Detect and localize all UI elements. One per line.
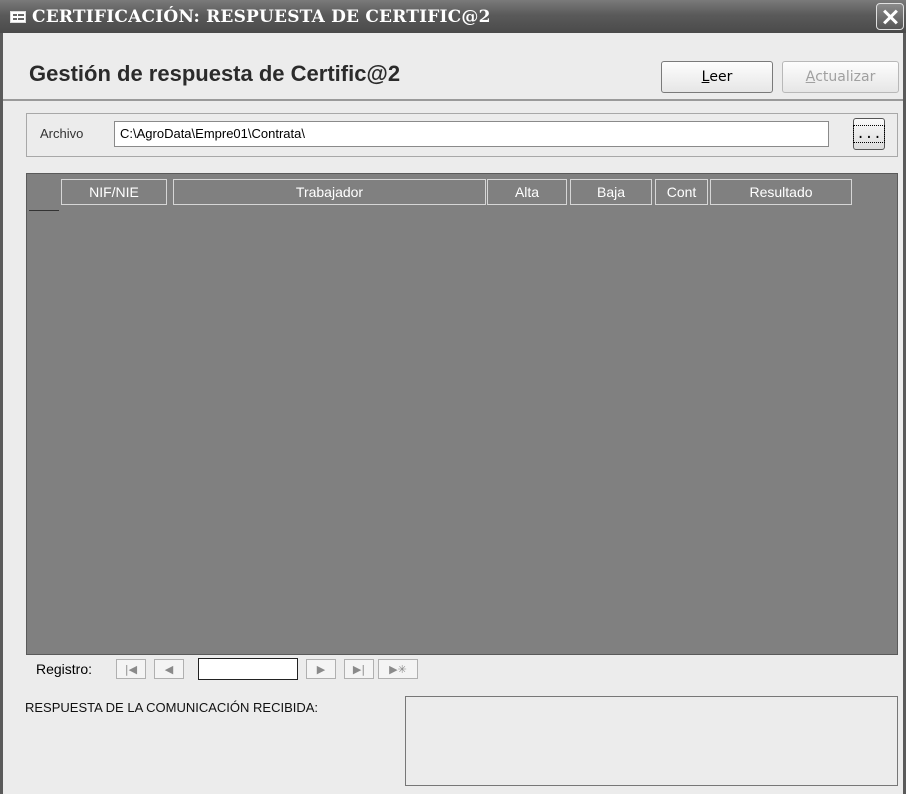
results-grid[interactable]: NIF/NIE Trabajador Alta Baja Cont Result… xyxy=(26,173,898,655)
file-path-input[interactable]: C:\AgroData\Empre01\Contrata\ xyxy=(114,121,829,147)
response-label: RESPUESTA DE LA COMUNICACIÓN RECIBIDA: xyxy=(25,700,319,715)
file-label: Archivo xyxy=(40,126,84,141)
file-section: Archivo C:\AgroData\Empre01\Contrata\ ..… xyxy=(0,103,906,163)
read-button-accel: L xyxy=(701,69,710,85)
first-record-button[interactable]: |◀ xyxy=(116,659,146,679)
form-header: Gestión de respuesta de Certific@2 Leer … xyxy=(0,33,906,103)
browse-button-label: ... xyxy=(853,125,885,143)
last-record-button[interactable]: ▶| xyxy=(344,659,374,679)
read-button[interactable]: Leer xyxy=(661,61,773,93)
page-title: Gestión de respuesta de Certific@2 xyxy=(29,61,401,86)
new-record-button[interactable]: ▶✳ xyxy=(378,659,418,679)
column-header-nif[interactable]: NIF/NIE xyxy=(61,179,167,205)
record-number-input[interactable] xyxy=(198,658,298,680)
column-header-baja[interactable]: Baja xyxy=(570,179,652,205)
column-header-resultado[interactable]: Resultado xyxy=(710,179,852,205)
record-label: Registro: xyxy=(36,661,93,677)
form-icon xyxy=(10,11,26,23)
close-button[interactable] xyxy=(876,3,904,30)
file-frame: Archivo C:\AgroData\Empre01\Contrata\ ..… xyxy=(26,113,898,157)
header-divider xyxy=(3,99,903,101)
response-section: RESPUESTA DE LA COMUNICACIÓN RECIBIDA: xyxy=(0,687,906,794)
update-button[interactable]: Actualizar xyxy=(782,61,899,93)
record-selector[interactable] xyxy=(29,210,59,211)
previous-record-button[interactable]: ◀ xyxy=(154,659,184,679)
column-header-trabajador[interactable]: Trabajador xyxy=(173,179,486,205)
title-bar: CERTIFICACIÓN: RESPUESTA DE CERTIFIC@2 xyxy=(0,0,906,33)
response-textbox[interactable] xyxy=(405,696,898,786)
next-record-button[interactable]: ▶ xyxy=(306,659,336,679)
record-navigation: Registro: |◀ ◀ ▶ ▶| ▶✳ xyxy=(26,656,898,682)
update-button-label: ctualizar xyxy=(815,69,876,85)
results-section: NIF/NIE Trabajador Alta Baja Cont Result… xyxy=(0,163,906,687)
column-header-alta[interactable]: Alta xyxy=(487,179,567,205)
read-button-label: eer xyxy=(709,69,733,85)
column-header-cont[interactable]: Cont xyxy=(655,179,708,205)
browse-button[interactable]: ... xyxy=(853,118,885,150)
window-title: CERTIFICACIÓN: RESPUESTA DE CERTIFIC@2 xyxy=(32,7,491,27)
update-button-accel: A xyxy=(805,69,816,85)
